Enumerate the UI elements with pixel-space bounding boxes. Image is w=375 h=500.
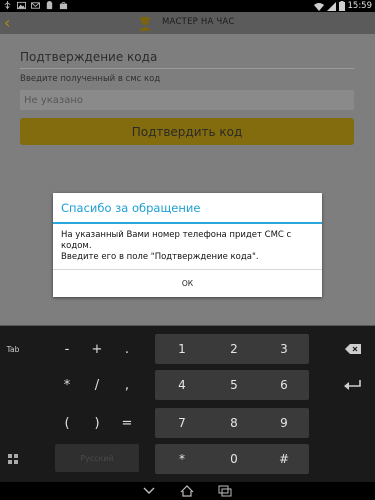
back-arrow-icon[interactable]: ‹	[4, 15, 16, 31]
wifi-icon	[313, 2, 324, 11]
confirm-code-button[interactable]: Подтвердить код	[20, 118, 354, 145]
market-icon	[59, 1, 68, 10]
ok-button[interactable]: ОК	[53, 270, 322, 297]
key-comma[interactable]: ,	[115, 372, 139, 398]
section-divider	[20, 68, 354, 69]
back-icon[interactable]	[142, 485, 156, 497]
key-period[interactable]: .	[115, 336, 139, 362]
key-8[interactable]: 8	[207, 408, 261, 438]
app-title: МАСТЕР НА ЧАС	[162, 17, 235, 27]
key-2[interactable]: 2	[207, 334, 261, 364]
backspace-icon	[345, 344, 361, 354]
code-input[interactable]	[20, 90, 354, 110]
key-4[interactable]: 4	[155, 370, 209, 400]
key-open-paren[interactable]: (	[55, 410, 79, 436]
key-slash[interactable]: /	[85, 372, 109, 398]
dialog-message-line: кодом.	[61, 241, 92, 251]
dialog-message-line: На указанный Вами номер телефона придет …	[61, 230, 292, 240]
section-title: Подтверждение кода	[20, 50, 158, 64]
key-minus[interactable]: -	[55, 336, 79, 362]
image-icon	[17, 1, 26, 10]
key-3[interactable]: 3	[259, 334, 309, 364]
system-icons: 15:59	[313, 0, 373, 12]
key-0[interactable]: 0	[207, 444, 261, 474]
app-bar: ‹ МАСТЕР НА ЧАС	[0, 12, 375, 34]
navigation-bar	[0, 482, 375, 500]
enter-icon	[344, 380, 361, 390]
enter-key[interactable]	[335, 374, 371, 396]
signal-icon	[326, 1, 336, 11]
key-star[interactable]: *	[155, 444, 209, 474]
recents-icon[interactable]	[218, 485, 232, 497]
backspace-key[interactable]	[335, 338, 371, 360]
tab-key[interactable]: Tab	[2, 342, 24, 356]
grid-icon	[8, 454, 18, 464]
key-5[interactable]: 5	[207, 370, 261, 400]
numeric-keyboard: Tab - + . 1 2 3 * / , 4 5 6 ( ) = 7 8 9 …	[0, 325, 375, 482]
thank-you-dialog: Спасибо за обращение На указанный Вами н…	[53, 193, 322, 297]
notification-icons	[3, 1, 68, 10]
key-hash[interactable]: #	[259, 444, 309, 474]
key-9[interactable]: 9	[259, 408, 309, 438]
battery-icon	[338, 1, 345, 11]
android-icon	[46, 1, 53, 10]
key-close-paren[interactable]: )	[85, 410, 109, 436]
key-asterisk[interactable]: *	[55, 372, 79, 398]
home-icon[interactable]	[180, 485, 194, 497]
dialog-title-divider	[53, 222, 322, 224]
worker-logo-icon	[139, 17, 151, 31]
key-1[interactable]: 1	[155, 334, 209, 364]
space-key[interactable]: Русский	[55, 444, 139, 472]
dialog-message-line: Введите его в поле "Подтверждение кода".	[61, 252, 259, 262]
code-field-label: Введите полученный в смс код	[20, 74, 161, 84]
clock: 15:59	[347, 1, 373, 11]
key-plus[interactable]: +	[85, 336, 109, 362]
key-6[interactable]: 6	[259, 370, 309, 400]
key-7[interactable]: 7	[155, 408, 209, 438]
dialog-message: На указанный Вами номер телефона придет …	[61, 230, 316, 263]
usb-icon	[4, 1, 11, 10]
screen: 15:59 ‹ МАСТЕР НА ЧАС Подтверждение кода…	[0, 0, 375, 500]
mail-icon	[31, 2, 40, 9]
keyboard-settings-key[interactable]	[4, 450, 22, 468]
dialog-title: Спасибо за обращение	[61, 201, 201, 215]
status-bar: 15:59	[0, 0, 375, 12]
key-equals[interactable]: =	[115, 410, 139, 436]
